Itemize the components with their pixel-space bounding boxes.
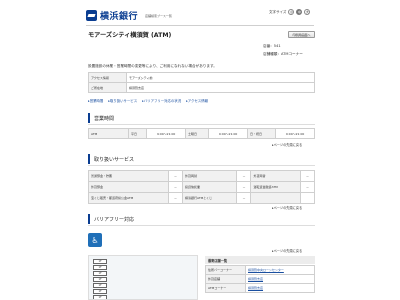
service-name: 普通預金・貯蓄 [88, 170, 169, 182]
nearby-store-link[interactable]: 横須賀中央ローンセンター [245, 265, 315, 275]
page-top-link[interactable]: ▸ページの先頭に戻る [272, 205, 302, 210]
store-number: 店番：541 [263, 44, 281, 48]
link-access-label: アクセス情報 [187, 99, 208, 103]
print-view-button[interactable]: 印刷用画面へ [288, 31, 315, 38]
link-hours[interactable]: ▸営業時間 [88, 98, 103, 103]
map-floor-label: 1F [93, 289, 107, 294]
nearby-stores-table: 住所バーコーナー 横須賀中央ローンセンター 外貨店舗 横須賀支店 ATMコーナー… [205, 265, 315, 293]
weekday-time: 9:00～21:00 [146, 128, 187, 139]
service-name [250, 192, 301, 204]
page-top-label: ページの先頭に戻る [273, 249, 303, 253]
map-floor-label: 1F [93, 259, 107, 264]
service-value: － [168, 181, 183, 193]
hours-label: ATM [88, 128, 129, 139]
table-row: 住所バーコーナー 横須賀中央ローンセンター [205, 265, 315, 275]
nearby-label: 外貨店舗 [205, 274, 246, 284]
link-services-label: 取り扱いサービス [109, 99, 138, 103]
table-row: アクセス情報 モアーズシティ前 [88, 72, 315, 83]
service-value: － [168, 170, 183, 182]
link-hours-label: 営業時間 [89, 99, 104, 103]
page-top-label: ページの先頭に戻る [273, 143, 303, 147]
table-row: ATMコーナー 横須賀支店 [205, 283, 315, 293]
page-top-link[interactable]: ▸ページの先頭に戻る [272, 142, 302, 147]
page-title: モアーズシティ横須賀 (ATM) [88, 32, 172, 39]
floor-map[interactable]: 1F 1F 1F 1F 1F 1F 1F [88, 255, 198, 300]
nearby-label: 住所バーコーナー [205, 265, 246, 275]
map-floor-label: 1F [93, 283, 107, 288]
nearby-store-link[interactable]: 横須賀支店 [245, 283, 315, 293]
logo-subtitle: 店舗検索ブース一覧 [145, 13, 172, 18]
nearby-stores-header: 最寄店舗一覧 [205, 256, 315, 264]
section-divider [88, 165, 315, 166]
nearby-label: ATMコーナー [205, 283, 246, 293]
store-type: 店舗種類：ATMコーナー [263, 52, 303, 56]
info-label: アクセス情報 [88, 72, 127, 83]
info-value: 横須賀支店 [126, 82, 315, 93]
map-floor-label: 1F [93, 295, 107, 299]
bank-logo[interactable]: 横浜銀行 店舗検索ブース一覧 [86, 9, 172, 22]
store-info-table: アクセス情報 モアーズシティ前 ご所在地 横須賀支店 [88, 72, 315, 93]
font-size-switcher: 文字サイズ 小 中 大 [269, 9, 311, 15]
table-row: 外貨店舗 横須賀支店 [205, 274, 315, 284]
service-name: 宝くじ販売・都道府県公金ATM [88, 192, 169, 204]
service-name: 投資信託業 [181, 181, 238, 193]
wheelchair-icon: ♿ [88, 233, 102, 247]
link-access[interactable]: ▸アクセス情報 [186, 98, 208, 103]
font-size-large-button[interactable]: 大 [304, 9, 311, 15]
section-divider [88, 225, 315, 226]
info-value: モアーズシティ前 [126, 72, 315, 83]
service-value [300, 192, 315, 204]
service-value: － [168, 192, 183, 204]
service-name: 横浜銀行ATMとくじ [181, 192, 238, 204]
page-top-link[interactable]: ▸ページの先頭に戻る [272, 248, 302, 253]
table-row: 宝くじ販売・都道府県公金ATM － 横浜銀行ATMとくじ － [88, 192, 315, 204]
service-value: － [236, 170, 252, 182]
link-services[interactable]: ▸取り扱いサービス [108, 98, 137, 103]
header-divider [86, 25, 314, 26]
table-row: ATM 平日 9:00～21:00 土曜日 9:00～21:00 日・祝日 9:… [88, 128, 315, 139]
section-title-services: 取り扱いサービス [88, 154, 315, 164]
section-divider [88, 124, 315, 125]
page-top-label: ページの先頭に戻る [273, 206, 303, 210]
table-row: 普通預金・貯蓄 － 外貨両替 － 外貨両替 － [88, 170, 315, 182]
table-row: ご所在地 横須賀支店 [88, 82, 315, 93]
section-title-hours: 営業時間 [88, 113, 315, 123]
map-floor-label: 1F [93, 265, 107, 270]
section-title-barrier-free: バリアフリー対応 [88, 214, 315, 224]
info-label: ご所在地 [88, 82, 127, 93]
service-value: － [300, 170, 315, 182]
anchor-links: ▸営業時間 ▸取り扱いサービス ▸バリアフリー対応の状況 ▸アクセス情報 [88, 98, 208, 103]
bank-logo-text: 横浜銀行 [100, 12, 139, 22]
table-row: 外貨預金 － 投資信託業 － 運転資金融資ATM － [88, 181, 315, 193]
service-name: 外貨両替 [250, 170, 301, 182]
service-name: 運転資金融資ATM [250, 181, 301, 193]
service-value: － [236, 181, 252, 193]
map-floor-label: 1F [93, 271, 107, 276]
services-table: 普通預金・貯蓄 － 外貨両替 － 外貨両替 － 外貨預金 － 投資信託業 － 運… [88, 170, 315, 204]
service-value: － [300, 181, 315, 193]
weekday-label: 平日 [127, 128, 148, 139]
saturday-time: 9:00～21:00 [208, 128, 248, 139]
saturday-label: 土曜日 [185, 128, 210, 139]
hours-table: ATM 平日 9:00～21:00 土曜日 9:00～21:00 日・祝日 9:… [88, 128, 315, 139]
bank-logo-icon [86, 10, 97, 21]
notice-text: 設置施設の休業・営業時間の変更等により、ご利用になれない場合があります。 [88, 64, 217, 68]
font-size-medium-button[interactable]: 中 [296, 9, 303, 15]
nearby-store-link[interactable]: 横須賀支店 [245, 274, 315, 284]
link-barrier-free-label: バリアフリー対応の状況 [143, 99, 182, 103]
holiday-time: 9:00～21:00 [275, 128, 315, 139]
font-size-label: 文字サイズ [269, 9, 287, 14]
map-floor-label: 1F [93, 277, 107, 282]
holiday-label: 日・祝日 [246, 128, 277, 139]
service-value: － [236, 192, 252, 204]
font-size-small-button[interactable]: 小 [288, 9, 295, 15]
service-name: 外貨両替 [181, 170, 238, 182]
service-name: 外貨預金 [88, 181, 169, 193]
link-barrier-free[interactable]: ▸バリアフリー対応の状況 [142, 98, 181, 103]
